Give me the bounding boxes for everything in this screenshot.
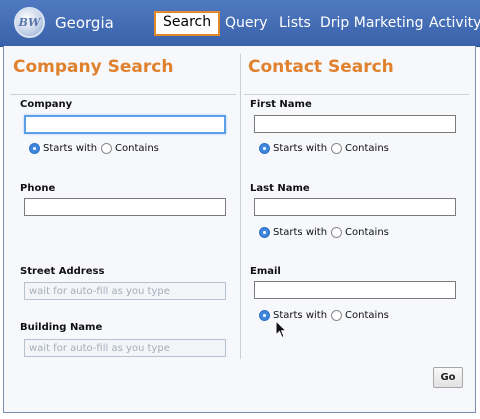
contact-search-title: Contact Search — [248, 57, 394, 77]
company-starts-with-radio[interactable] — [29, 143, 40, 154]
mouse-cursor-icon — [275, 320, 287, 339]
company-header-rule — [10, 94, 236, 95]
first-name-contains-label: Contains — [345, 143, 389, 154]
email-starts-with-radio[interactable] — [259, 310, 270, 321]
nav-drip-marketing[interactable]: Drip Marketing — [320, 12, 424, 34]
go-button[interactable]: Go — [433, 367, 463, 388]
last-name-contains-radio[interactable] — [331, 227, 343, 238]
last-name-contains-label: Contains — [345, 227, 389, 238]
building-name-input[interactable] — [24, 339, 226, 357]
last-name-label: Last Name — [250, 183, 310, 194]
company-search-title: Company Search — [13, 57, 174, 77]
company-contains-label: Contains — [115, 143, 159, 154]
nav-activity[interactable]: Activity — [429, 12, 480, 34]
brand-name: Georgia — [55, 14, 114, 32]
top-navigation-bar: BW Georgia Search Query Lists Drip Marke… — [0, 0, 480, 47]
first-name-input[interactable] — [254, 115, 456, 133]
email-contains-radio[interactable] — [331, 310, 343, 321]
company-starts-with-label: Starts with — [43, 143, 98, 154]
street-address-label: Street Address — [20, 266, 105, 277]
nav-search[interactable]: Search — [154, 11, 221, 36]
last-name-starts-with-radio[interactable] — [259, 227, 270, 238]
nav-lists[interactable]: Lists — [279, 12, 311, 34]
phone-label: Phone — [20, 183, 56, 194]
phone-input[interactable] — [24, 198, 226, 216]
last-name-match-options: Starts with Contains — [259, 227, 389, 238]
first-name-label: First Name — [250, 99, 312, 110]
company-contains-radio[interactable] — [101, 143, 113, 154]
building-name-label: Building Name — [20, 322, 103, 333]
last-name-starts-with-label: Starts with — [273, 227, 328, 238]
first-name-match-options: Starts with Contains — [259, 143, 389, 154]
nav-query[interactable]: Query — [225, 12, 268, 34]
email-contains-label: Contains — [345, 310, 389, 321]
last-name-input[interactable] — [254, 198, 456, 216]
column-divider — [240, 54, 241, 359]
first-name-starts-with-label: Starts with — [273, 143, 328, 154]
company-match-options: Starts with Contains — [29, 143, 159, 154]
contact-header-rule — [244, 94, 469, 95]
email-label: Email — [250, 266, 281, 277]
street-address-input[interactable] — [24, 282, 226, 300]
company-label: Company — [20, 99, 73, 110]
first-name-starts-with-radio[interactable] — [259, 143, 270, 154]
bw-logo[interactable]: BW — [14, 7, 45, 38]
first-name-contains-radio[interactable] — [331, 143, 343, 154]
company-input[interactable] — [24, 115, 226, 134]
email-input[interactable] — [254, 281, 456, 299]
